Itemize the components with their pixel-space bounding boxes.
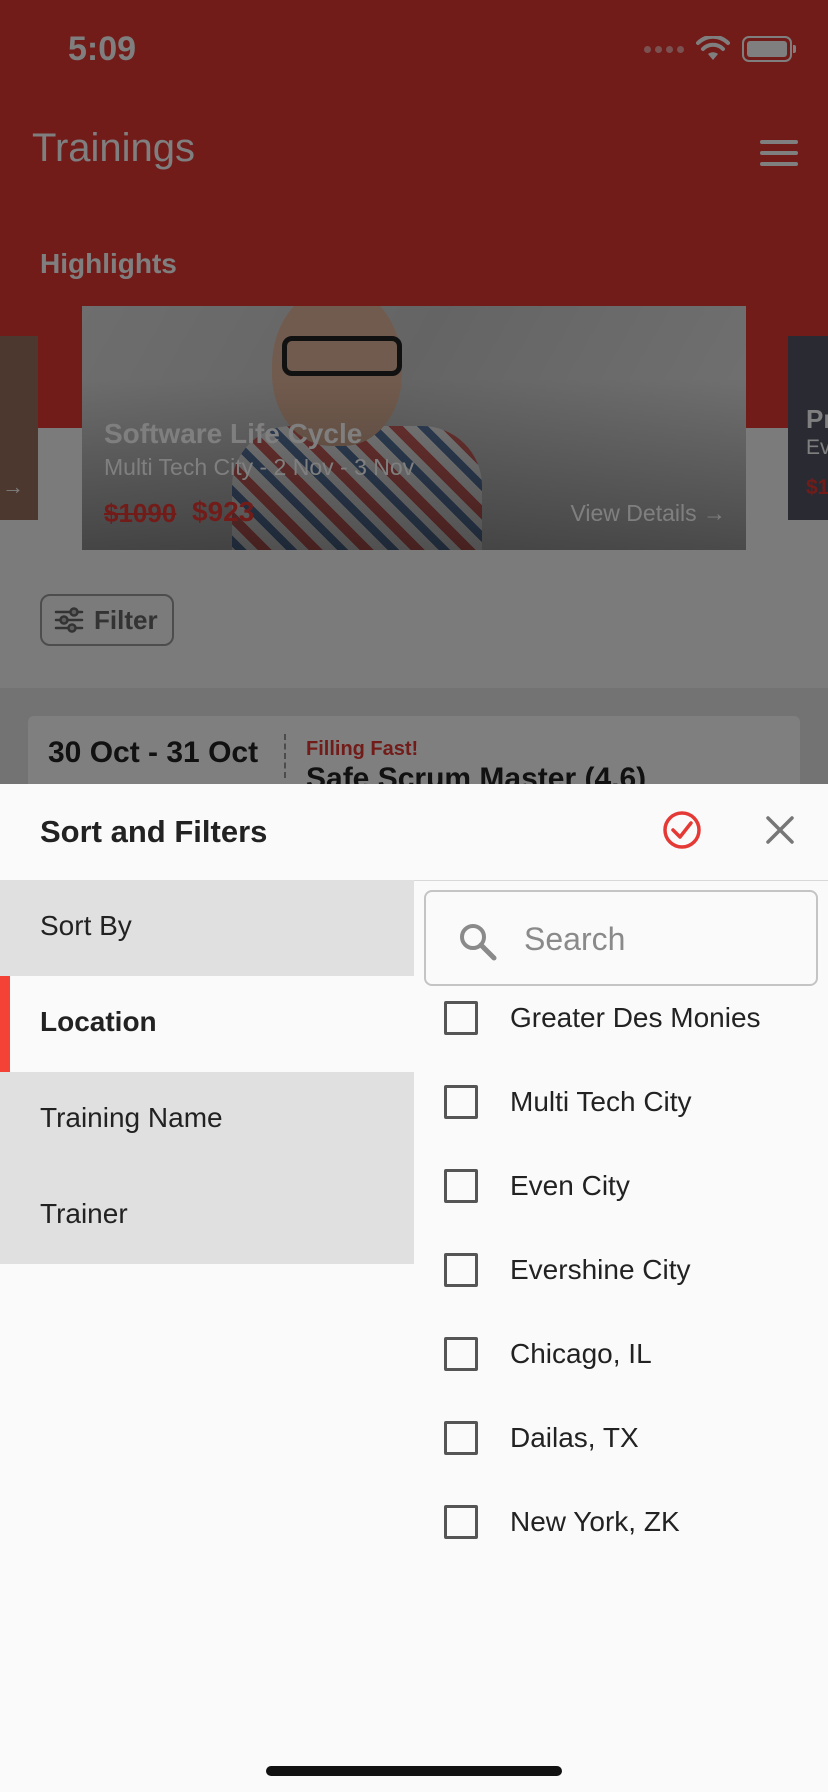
option-label: New York, ZK	[510, 1506, 680, 1537]
location-option[interactable]: Even City	[444, 1158, 824, 1214]
option-label: Even City	[510, 1170, 630, 1201]
checkbox[interactable]	[444, 1001, 478, 1035]
close-icon[interactable]	[762, 812, 798, 848]
tab-label: Sort By	[40, 910, 132, 941]
sort-filter-sheet: Sort and Filters Sort By Location Traini…	[0, 784, 828, 1792]
search-input[interactable]	[522, 912, 806, 966]
location-option[interactable]: Evershine City	[444, 1242, 824, 1298]
active-tab-indicator	[0, 976, 10, 1072]
option-label: Greater Des Monies	[510, 1002, 761, 1033]
option-label: Dailas, TX	[510, 1422, 639, 1453]
tab-training-name[interactable]: Training Name	[0, 1072, 414, 1168]
sheet-title: Sort and Filters	[40, 814, 268, 849]
tab-trainer[interactable]: Trainer	[0, 1168, 414, 1264]
checkbox[interactable]	[444, 1085, 478, 1119]
tab-label: Location	[40, 1006, 157, 1037]
checkbox[interactable]	[444, 1421, 478, 1455]
filter-category-list: Sort By Location Training Name Trainer	[0, 880, 414, 1264]
location-option[interactable]: Greater Des Monies	[444, 990, 824, 1046]
home-indicator[interactable]	[266, 1766, 562, 1776]
tab-label: Trainer	[40, 1198, 128, 1229]
checkbox[interactable]	[444, 1169, 478, 1203]
option-label: Chicago, IL	[510, 1338, 652, 1369]
tab-location[interactable]: Location	[0, 976, 414, 1072]
checkbox[interactable]	[444, 1253, 478, 1287]
location-option[interactable]: New York, ZK	[444, 1494, 824, 1550]
location-option[interactable]: Multi Tech City	[444, 1074, 824, 1130]
location-option[interactable]: Dailas, TX	[444, 1410, 824, 1466]
tab-sort-by[interactable]: Sort By	[0, 880, 414, 976]
tab-label: Training Name	[40, 1102, 223, 1133]
option-label: Evershine City	[510, 1254, 691, 1285]
location-option[interactable]: Chicago, IL	[444, 1326, 824, 1382]
search-field[interactable]	[424, 890, 818, 986]
option-label: Multi Tech City	[510, 1086, 692, 1117]
check-circle-icon[interactable]	[662, 810, 702, 850]
checkbox[interactable]	[444, 1337, 478, 1371]
checkbox[interactable]	[444, 1505, 478, 1539]
modal-overlay[interactable]	[0, 0, 828, 784]
search-icon	[460, 924, 497, 961]
